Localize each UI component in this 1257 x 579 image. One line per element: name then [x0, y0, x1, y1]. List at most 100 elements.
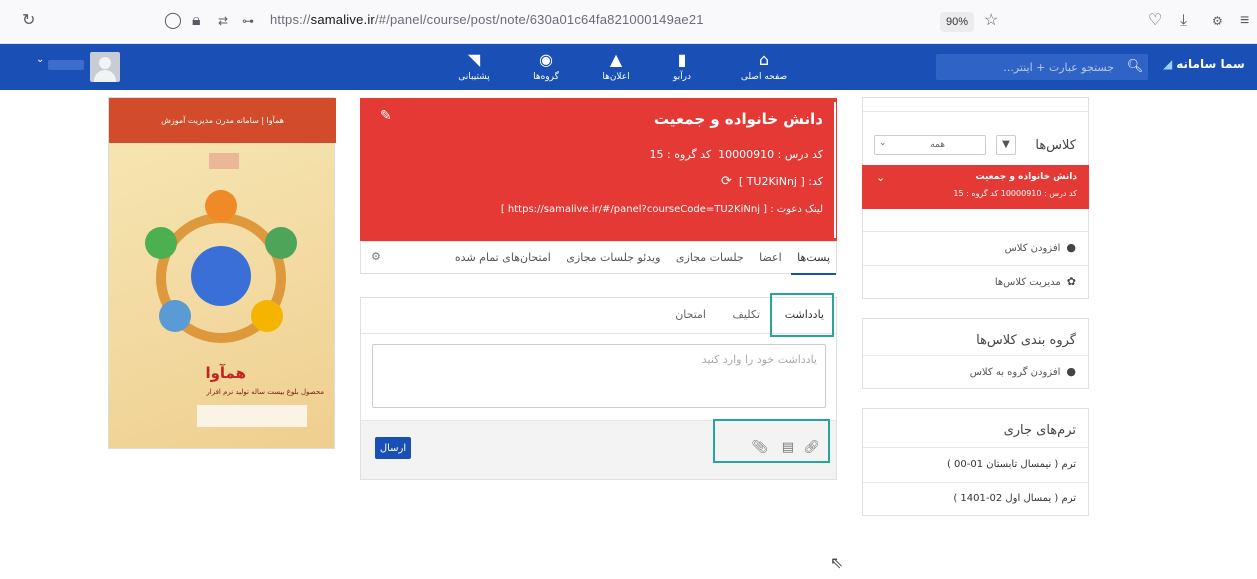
- course-codes: کد درس : 10000910 کد گروه : 15: [650, 148, 823, 161]
- class-filter-select[interactable]: ⌄ همه: [874, 135, 986, 155]
- manage-classes-item[interactable]: ✿ مدیریت کلاس‌ها: [863, 265, 1088, 299]
- course-title: دانش خانواده و جمعیت: [653, 110, 823, 128]
- url-prefix: https://: [270, 12, 311, 27]
- chevron-down-icon[interactable]: ⌄: [36, 54, 44, 65]
- browser-toolbar: ↻ ◯ 🔒︎ ⇄ ⊶ https://samalive.ir/#/panel/c…: [0, 0, 1257, 44]
- nav-support[interactable]: ◥ پشتیبانی: [448, 48, 500, 83]
- term-item[interactable]: ترم ( نیمسال تابستان 01-00 ): [863, 447, 1088, 482]
- key-icon[interactable]: ⊶: [242, 11, 254, 31]
- extension-icon[interactable]: ⚙: [1212, 11, 1223, 31]
- poster-title: همآوا: [205, 364, 246, 382]
- add-circle-icon: ●: [1066, 241, 1076, 254]
- download-icon[interactable]: ⤓: [1180, 11, 1187, 31]
- terms-panel: ترم‌های جاری ترم ( نیمسال تابستان 01-00 …: [862, 408, 1089, 516]
- add-group-label: افزودن گروه به کلاس: [969, 367, 1061, 378]
- note-textarea[interactable]: [372, 344, 826, 408]
- rss-icon: ◥: [467, 50, 481, 69]
- brand-logo[interactable]: سما سامانه◢: [1163, 57, 1245, 71]
- nav-home-label: صفحه اصلی: [740, 72, 788, 82]
- tab-posts[interactable]: پست‌ها: [791, 242, 836, 275]
- active-class-sub: کد درس : 10000910 کد گروه : 15: [953, 189, 1077, 198]
- search-icon[interactable]: 🔍︎: [1122, 54, 1148, 80]
- document-icon[interactable]: ▤: [782, 440, 794, 455]
- top-navbar: سما سامانه◢ 🔍︎ ⌂ صفحه اصلی ▮ درآبو ▲ اعلان‌…: [0, 44, 1257, 90]
- menu-icon[interactable]: ≡: [1240, 11, 1249, 31]
- brand-mark-icon: ◢: [1163, 57, 1173, 71]
- composer-footer: ارسال 🔗︎ ▤ 📎︎: [361, 420, 836, 479]
- filter-value: همه: [930, 140, 945, 150]
- globe-icon: ◉: [539, 50, 553, 69]
- brand-name: سما سامانه: [1176, 57, 1245, 71]
- mouse-pointer-icon: ⇖: [830, 553, 844, 572]
- add-class-label: افزودن کلاس: [1004, 243, 1061, 254]
- search-input[interactable]: [936, 54, 1122, 80]
- edit-pencil-icon[interactable]: ✎: [380, 108, 392, 124]
- course-tabs: پست‌ها اعضا جلسات مجازی ویدئو جلسات مجاز…: [360, 241, 837, 275]
- reload-icon[interactable]: ↻: [22, 11, 35, 31]
- nav-home[interactable]: ⌂ صفحه اصلی: [738, 48, 790, 83]
- note-composer: یادداشت تکلیف امتحان ارسال 🔗︎ ▤ 📎︎: [360, 297, 837, 480]
- term-item[interactable]: ترم ( یمسال اول 02-1401 ): [863, 482, 1088, 516]
- nav-notifications-label: اعلان‌ها: [602, 72, 630, 82]
- grouping-panel: گروه بندی کلاس‌ها ● افزودن گروه به کلاس: [862, 318, 1089, 389]
- avatar[interactable]: [90, 52, 120, 82]
- nav-notifications[interactable]: ▲ اعلان‌ها: [590, 48, 642, 83]
- bookmark-star-icon[interactable]: ☆: [984, 11, 998, 31]
- invite-link[interactable]: لینک دعوت : [ https://samalive.ir/#/pane…: [501, 204, 823, 215]
- class-code: کد: [ TU2KiNnj ]: [738, 175, 823, 188]
- shield-icon[interactable]: ◯: [164, 11, 182, 31]
- add-class-item[interactable]: ● افزودن کلاس: [863, 231, 1088, 265]
- permissions-icon[interactable]: ⇄: [218, 11, 228, 31]
- link-icon[interactable]: 🔗︎: [803, 440, 820, 455]
- home-icon: ⌂: [758, 50, 770, 69]
- note-tabs: یادداشت تکلیف امتحان: [361, 298, 836, 334]
- add-circle-icon: ●: [1066, 365, 1076, 378]
- course-code: کد درس : 10000910: [718, 148, 823, 161]
- nav-groups-label: گروه‌ها: [533, 72, 559, 82]
- promo-poster: همآوا | سامانه مدرن مدیریت آموزش همآوا م…: [108, 97, 336, 449]
- terms-title: ترم‌های جاری: [1003, 423, 1076, 438]
- add-group-item[interactable]: ● افزودن گروه به کلاس: [863, 355, 1088, 389]
- filter-icon[interactable]: ▼: [996, 135, 1016, 155]
- tab-note[interactable]: یادداشت: [785, 308, 824, 321]
- tab-session-videos[interactable]: ویدئو جلسات مجازی: [560, 242, 666, 273]
- chevron-down-icon[interactable]: ⌄: [876, 171, 885, 184]
- username-redacted: [48, 60, 84, 70]
- nav-groups[interactable]: ◉ گروه‌ها: [520, 48, 572, 83]
- poster-subtitle: محصول بلوغ بیست ساله تولید نرم افزار: [206, 388, 324, 396]
- address-bar[interactable]: https://samalive.ir/#/panel/course/post/…: [270, 12, 704, 27]
- url-host: samalive.ir: [310, 12, 375, 27]
- tab-finished-exams[interactable]: امتحان‌های تمام شده: [449, 242, 557, 273]
- grouping-title: گروه بندی کلاس‌ها: [976, 333, 1076, 348]
- gear-icon: ✿: [1066, 275, 1076, 288]
- settings-gear-icon[interactable]: ⚙: [371, 250, 381, 263]
- lock-icon[interactable]: 🔒︎: [192, 11, 201, 31]
- tab-members[interactable]: اعضا: [753, 242, 788, 273]
- tab-virtual-sessions[interactable]: جلسات مجازی: [670, 242, 750, 273]
- poster-diagram: [145, 153, 307, 427]
- chevron-down-icon: ⌄: [879, 138, 887, 148]
- panel-top-strip: [863, 98, 1088, 112]
- manage-classes-label: مدیریت کلاس‌ها: [994, 277, 1061, 288]
- bell-icon: ▲: [609, 50, 623, 69]
- pocket-icon[interactable]: ♡: [1148, 11, 1162, 31]
- zoom-level[interactable]: 90%: [940, 12, 974, 32]
- nav-drabo[interactable]: ▮ درآبو: [656, 48, 708, 83]
- url-path: /#/panel/course/post/note/630a01c64fa821…: [374, 12, 704, 27]
- active-class-item[interactable]: ⌄ دانش خانواده و جمعیت کد درس : 10000910…: [862, 165, 1089, 209]
- send-button[interactable]: ارسال: [375, 437, 411, 459]
- classes-title: کلاس‌ها: [1035, 138, 1076, 153]
- class-code-line: کد: [ TU2KiNnj ] ⟳: [721, 174, 823, 189]
- course-header-card: دانش خانواده و جمعیت کد درس : 10000910 ک…: [360, 98, 837, 241]
- group-code: کد گروه : 15: [649, 148, 712, 161]
- nav-support-label: پشتیبانی: [458, 72, 490, 82]
- refresh-icon[interactable]: ⟳: [721, 174, 732, 189]
- tab-assignment[interactable]: تکلیف: [733, 308, 760, 321]
- attachment-icon[interactable]: 📎︎: [751, 440, 768, 455]
- search-box: 🔍︎: [936, 54, 1148, 80]
- course-accent-bar: [834, 102, 836, 238]
- book-icon: ▮: [677, 50, 687, 69]
- nav-drabo-label: درآبو: [672, 72, 691, 82]
- active-class-title: دانش خانواده و جمعیت: [975, 172, 1077, 182]
- tab-exam[interactable]: امتحان: [675, 308, 706, 321]
